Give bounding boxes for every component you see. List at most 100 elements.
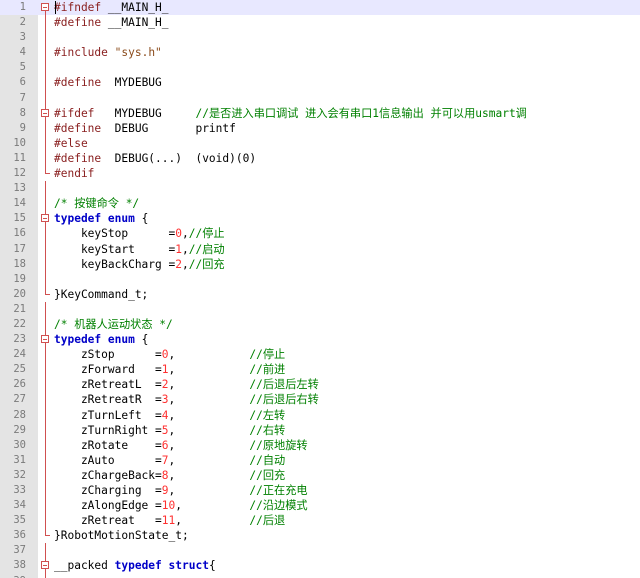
fold-line-icon [40, 392, 51, 408]
line-number: 6 [19, 76, 26, 89]
code-line[interactable]: 32 zChargeBack=8, //回充 [0, 467, 640, 483]
fold-toggle-icon[interactable] [40, 105, 51, 121]
line-number: 32 [13, 468, 26, 481]
code-token: //后退 [249, 514, 286, 528]
code-line[interactable]: 14 /* 按键命令 */ [0, 196, 640, 212]
code-token: //前进 [249, 363, 286, 377]
code-line[interactable]: 26 zRetreatL =2, //后退后左转 [0, 377, 640, 393]
code-line[interactable]: 30 zRotate =6, //原地旋转 [0, 437, 640, 453]
code-token: , [168, 438, 250, 452]
code-token: 0 [175, 227, 182, 241]
code-line[interactable]: 20}KeyCommand_t; [0, 286, 640, 302]
code-line[interactable]: 34 zAlongEdge =10, //沿边模式 [0, 498, 640, 514]
code-line[interactable]: 8 #ifdef MYDEBUG //是否进入串口调试 进入会有串口1信息输出 并… [0, 105, 640, 121]
code-editor[interactable]: 1 #ifndef __MAIN_H_ 2 #define __MAIN_H_ 3 4 #i… [0, 0, 640, 578]
code-token: zTurnRight = [54, 423, 162, 437]
code-line[interactable]: 31 zAuto =7, //自动 [0, 452, 640, 468]
code-token: , [168, 378, 250, 392]
line-number: 9 [19, 121, 26, 134]
code-token: , [168, 484, 250, 497]
code-token: typedef [54, 333, 102, 347]
code-token: #define [54, 121, 102, 135]
line-number: 3 [19, 31, 26, 44]
code-line[interactable]: 9 #define DEBUG printf [0, 120, 640, 136]
code-line[interactable]: 6 #define MYDEBUG [0, 75, 640, 91]
fold-toggle-icon[interactable] [40, 558, 51, 574]
line-number: 30 [13, 438, 26, 451]
code-text: zRetreatR =3, //后退后右转 [54, 392, 319, 407]
code-line[interactable]: 1 #ifndef __MAIN_H_ [0, 0, 640, 16]
line-number: 12 [13, 167, 26, 180]
fold-line-icon [40, 407, 51, 423]
code-line[interactable]: 37 [0, 543, 640, 559]
code-token: //右转 [249, 423, 286, 437]
code-line[interactable]: 23 typedef enum { [0, 332, 640, 348]
code-line[interactable]: 22 /* 机器人运动状态 */ [0, 316, 640, 333]
code-text: zAlongEdge =10, //沿边模式 [54, 498, 308, 513]
code-token: { [208, 559, 216, 573]
code-line[interactable]: 39 [0, 573, 640, 578]
code-line[interactable]: 18 keyBackCharg =2,//回充 [0, 256, 640, 272]
code-text: #define MYDEBUG [54, 75, 162, 90]
code-token: zTurnLeft = [54, 408, 162, 422]
fold-toggle-icon[interactable] [40, 0, 51, 16]
line-number: 16 [13, 227, 26, 240]
code-line[interactable]: 5 [0, 60, 640, 76]
code-text: zChargeBack=8, //回充 [54, 468, 285, 483]
code-token: , [182, 257, 189, 271]
code-line[interactable]: 7 [0, 90, 640, 106]
code-token: __packed [54, 559, 115, 573]
code-line[interactable]: 25 zForward =1, //前进 [0, 362, 640, 378]
code-line[interactable]: 15 typedef enum { [0, 211, 640, 227]
code-token: , [168, 363, 250, 377]
code-line[interactable]: 10 #else [0, 135, 640, 151]
code-token: __MAIN_H_ [101, 16, 169, 30]
code-token: enum [107, 333, 135, 347]
code-token: 2 [175, 257, 182, 271]
code-line[interactable]: 35 zRetreat =11, //后退 [0, 513, 640, 529]
fold-line-icon [40, 241, 51, 257]
code-line[interactable]: 36}RobotMotionState_t; [0, 528, 640, 543]
code-text: typedef enum { [54, 211, 148, 226]
code-line[interactable]: 21 [0, 301, 640, 317]
code-line[interactable]: 3 [0, 30, 640, 46]
code-line[interactable]: 19 [0, 271, 640, 287]
code-line[interactable]: 11 #define DEBUG(...) (void)(0) [0, 150, 640, 167]
code-line[interactable]: 4 #include "sys.h" [0, 45, 640, 61]
code-text: typedef enum { [54, 332, 148, 347]
code-token: //沿边模式 [249, 499, 308, 513]
code-token: , [168, 468, 250, 482]
code-token: MYDEBUG [101, 76, 162, 90]
code-token: 1 [175, 242, 182, 256]
code-text: zStop =0, //停止 [54, 347, 285, 362]
code-line[interactable]: 17 keyStart =1,//启动 [0, 241, 640, 257]
line-number: 22 [13, 317, 26, 330]
fold-line-icon [40, 135, 51, 151]
code-token: //正在充电 [249, 484, 308, 497]
code-token: zCharging = [54, 484, 162, 497]
code-token: #include [54, 46, 108, 60]
code-line[interactable]: 16 keyStop =0,//停止 [0, 226, 640, 242]
code-line[interactable]: 2 #define __MAIN_H_ [0, 15, 640, 31]
fold-line-icon [40, 301, 51, 317]
fold-line-icon [40, 196, 51, 212]
code-line[interactable]: 12 #endif [0, 166, 640, 181]
fold-toggle-icon[interactable] [40, 211, 51, 227]
code-line[interactable]: 38 __packed typedef struct{ [0, 558, 640, 574]
code-line[interactable]: 33 zCharging =9, //正在充电 [0, 483, 640, 499]
code-line[interactable]: 13 [0, 181, 640, 197]
code-line[interactable]: 24 zStop =0, //停止 [0, 347, 640, 363]
code-text: #include "sys.h" [54, 45, 162, 60]
code-line[interactable]: 28 zTurnLeft =4, //左转 [0, 407, 640, 423]
fold-toggle-icon[interactable] [40, 332, 51, 348]
code-line[interactable]: 27 zRetreatR =3, //后退后右转 [0, 392, 640, 408]
code-token: zForward = [54, 363, 162, 377]
fold-line-icon [40, 75, 51, 91]
line-number: 33 [13, 484, 26, 496]
code-area[interactable]: 1 #ifndef __MAIN_H_ 2 #define __MAIN_H_ 3 4 #i… [0, 0, 640, 578]
code-text: #ifdef MYDEBUG //是否进入串口调试 进入会有串口1信息输出 并可… [54, 106, 527, 121]
fold-line-icon [40, 483, 51, 499]
code-line[interactable]: 29 zTurnRight =5, //右转 [0, 422, 640, 438]
